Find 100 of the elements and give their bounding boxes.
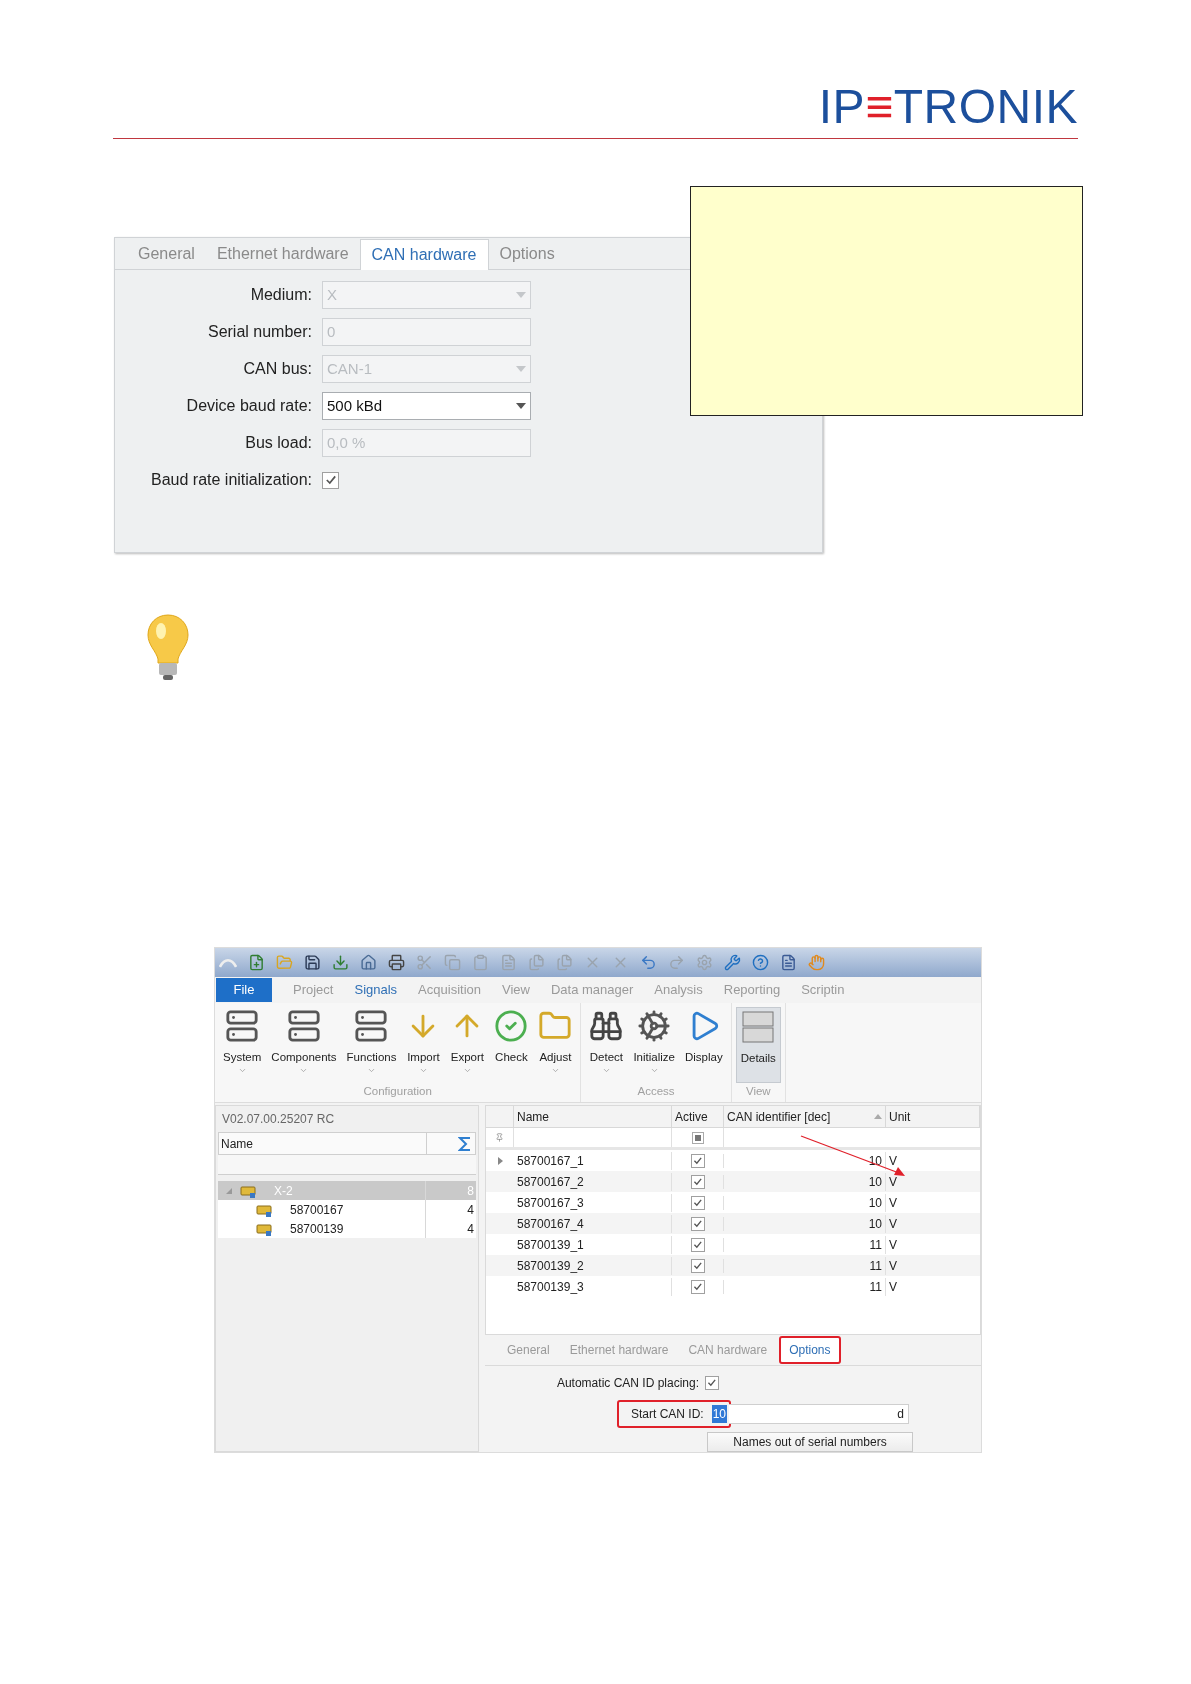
column-header[interactable]: Active <box>672 1106 724 1127</box>
ribbon-button[interactable]: Import <box>402 1007 445 1083</box>
caret-icon <box>516 403 526 409</box>
table-cell: 10 <box>724 1193 886 1212</box>
field-label: Device baud rate: <box>185 396 313 416</box>
table-cell: 58700167_1 <box>514 1151 672 1170</box>
ribbon-tab[interactable]: Signals <box>354 980 398 1000</box>
undo-icon[interactable] <box>640 954 657 972</box>
ribbon-button[interactable]: Initialize <box>629 1007 679 1083</box>
download-icon[interactable] <box>332 954 349 972</box>
clipboard-icon[interactable] <box>472 954 489 972</box>
table-cell: 58700139_3 <box>514 1277 672 1296</box>
server-icon <box>354 1009 389 1043</box>
field-label: Automatic CAN ID placing: <box>555 1375 700 1392</box>
table-cell-text: V <box>888 1278 898 1296</box>
field-label: Baud rate initialization: <box>150 470 313 490</box>
ribbon-button[interactable]: System <box>219 1007 266 1083</box>
checkbox[interactable] <box>690 1174 705 1189</box>
group-label: View <box>744 1084 772 1099</box>
table-cell: 58700139_2 <box>514 1256 672 1275</box>
table-cell: 11 <box>724 1277 886 1296</box>
table-cell: 58700167_4 <box>514 1214 672 1233</box>
server-icon <box>225 1009 260 1043</box>
table-cell: 10 <box>724 1151 886 1170</box>
table-cell-text: V <box>888 1215 898 1233</box>
field-label: Medium: <box>249 285 313 305</box>
dropdown-field[interactable]: 500 kBd <box>322 392 531 420</box>
table-cell-text: V <box>888 1236 898 1254</box>
table-cell: 58700139_1 <box>514 1235 672 1254</box>
table-cell-text: V <box>888 1173 898 1191</box>
table-cell: 10 <box>724 1214 886 1233</box>
table-cell: 58700167_3 <box>514 1193 672 1212</box>
ribbon-button[interactable]: Functions <box>342 1007 401 1083</box>
checkbox[interactable] <box>690 1258 705 1273</box>
tab[interactable]: Ethernet hardware <box>205 238 360 269</box>
gear-icon <box>637 1009 672 1043</box>
save-icon[interactable] <box>304 954 321 972</box>
file-tab[interactable]: File <box>216 978 272 1003</box>
table-cell: 11 <box>724 1235 886 1254</box>
check-icon <box>494 1009 529 1043</box>
table-cell: 10 <box>724 1172 886 1191</box>
ribbon-button[interactable]: Display <box>681 1007 727 1083</box>
column-header: Name <box>219 1133 427 1154</box>
column-header[interactable]: Name <box>514 1106 672 1127</box>
column-header[interactable]: CAN identifier [dec] <box>724 1106 886 1127</box>
checkbox[interactable] <box>690 1195 705 1210</box>
table-cell-text: V <box>888 1152 898 1170</box>
ribbon-button[interactable]: Export <box>446 1007 489 1083</box>
sort-icon <box>874 1114 882 1119</box>
group-label: Configuration <box>362 1084 433 1099</box>
logo: IP≡TRONIK <box>818 82 1078 132</box>
checkbox[interactable] <box>690 1237 705 1252</box>
ribbon-button[interactable]: Adjust <box>534 1007 577 1083</box>
input-field[interactable]: d <box>729 1404 910 1424</box>
panels-icon <box>741 1010 776 1044</box>
server-icon <box>286 1009 321 1043</box>
ribbon-button[interactable]: Detect <box>585 1007 628 1083</box>
app-icon <box>219 956 237 970</box>
printer-icon[interactable] <box>388 954 405 972</box>
pin-icon[interactable] <box>495 1133 504 1142</box>
document-icon[interactable] <box>780 954 797 972</box>
checkbox[interactable] <box>690 1153 705 1168</box>
item-count: 4 <box>466 1201 475 1219</box>
binoculars-icon <box>589 1009 624 1043</box>
ribbon-button[interactable]: Check <box>490 1007 533 1083</box>
tab[interactable]: General <box>127 238 206 269</box>
new-file-icon[interactable] <box>248 954 265 972</box>
table-cell: 58700167_2 <box>514 1172 672 1191</box>
field-label: Bus load: <box>244 433 313 453</box>
tree-row[interactable]: 58700167 4 <box>218 1200 476 1219</box>
expander-icon[interactable] <box>226 1187 232 1194</box>
table-cell-text: V <box>888 1257 898 1275</box>
ribbon-button[interactable]: Components <box>267 1007 341 1083</box>
group-label: Access <box>636 1084 676 1099</box>
light-bulb-icon <box>146 613 190 683</box>
ribbon-button[interactable]: Details <box>735 1007 781 1083</box>
tab[interactable]: Options <box>779 1336 841 1364</box>
tree-row[interactable]: 58700139 4 <box>218 1219 476 1238</box>
field-label: Start CAN ID: <box>631 1406 705 1423</box>
filter-checkbox[interactable] <box>691 1131 704 1144</box>
checkbox[interactable] <box>322 471 339 489</box>
table-cell: 11 <box>724 1256 886 1275</box>
caret-icon <box>516 292 526 298</box>
column-header[interactable]: Unit <box>886 1106 980 1127</box>
names-button[interactable]: Names out of serial numbers <box>707 1432 913 1452</box>
wrench-icon[interactable] <box>724 954 741 972</box>
tree-item-label: 58700167 <box>290 1201 344 1219</box>
checkbox[interactable] <box>690 1216 705 1231</box>
caret-icon <box>516 366 526 372</box>
selected-text: 10 <box>711 1405 728 1423</box>
checkbox[interactable] <box>690 1279 705 1294</box>
home-icon[interactable] <box>360 954 377 972</box>
version-label: V02.07.00.25207 RC <box>221 1111 336 1128</box>
help-icon[interactable] <box>752 954 769 972</box>
tab[interactable]: Options <box>488 238 566 269</box>
sum-icon[interactable] <box>458 1135 472 1152</box>
item-count: 4 <box>466 1220 475 1238</box>
hand-icon[interactable] <box>808 954 825 972</box>
checkbox[interactable] <box>705 1376 719 1390</box>
tab[interactable]: CAN hardware <box>359 239 489 270</box>
